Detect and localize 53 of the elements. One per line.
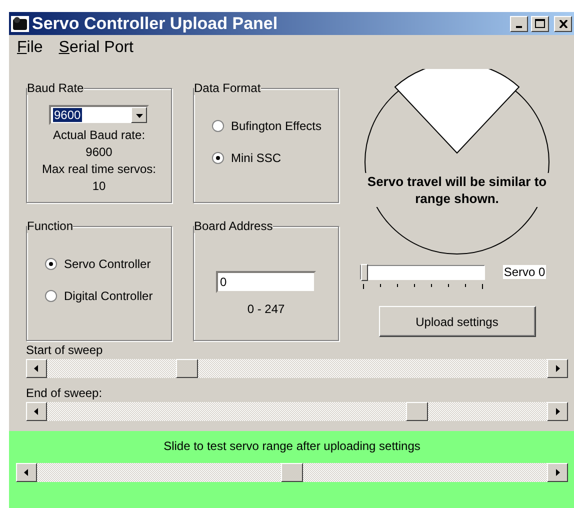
scroll-right-button[interactable] bbox=[547, 463, 568, 482]
radio-option[interactable]: Mini SSC bbox=[212, 151, 322, 165]
group-title: Data Format bbox=[194, 81, 261, 95]
dropdown-arrow-icon bbox=[136, 112, 142, 118]
address-input[interactable]: 0 bbox=[216, 271, 316, 293]
right-arrow-icon bbox=[554, 408, 561, 415]
scroll-left-button[interactable] bbox=[16, 463, 37, 482]
scroll-left-button[interactable] bbox=[26, 402, 47, 421]
servo-label: Servo 0 bbox=[502, 265, 546, 279]
left-arrow-icon bbox=[33, 408, 40, 415]
radio-option[interactable]: Servo Controller bbox=[45, 257, 153, 271]
baud-rate-dropdown[interactable]: 9600 bbox=[49, 105, 149, 125]
slider-thumb[interactable] bbox=[360, 264, 368, 281]
scrollbar-thumb[interactable] bbox=[281, 463, 303, 482]
upload-button[interactable]: Upload settings bbox=[378, 306, 536, 337]
radio-button[interactable] bbox=[45, 258, 57, 270]
baud-rate-value: 9600 bbox=[86, 144, 112, 161]
close-icon bbox=[558, 20, 568, 28]
radio-button[interactable] bbox=[212, 120, 224, 132]
menu-item[interactable]: File bbox=[17, 39, 43, 57]
field-label: Max real time servos: bbox=[42, 161, 156, 178]
minimize-icon bbox=[516, 26, 522, 28]
radio-button[interactable] bbox=[45, 290, 57, 302]
slider-label: Start of sweep bbox=[26, 343, 104, 357]
close-button[interactable] bbox=[554, 16, 572, 32]
left-arrow-icon bbox=[33, 365, 40, 372]
radio-button[interactable] bbox=[212, 152, 224, 164]
scrollbar-thumb[interactable] bbox=[406, 402, 428, 421]
menu-item[interactable]: Serial Port bbox=[58, 39, 134, 57]
right-arrow-icon bbox=[554, 365, 561, 372]
servo-count: 10 bbox=[92, 178, 106, 195]
scrollbar-thumb[interactable] bbox=[176, 359, 198, 378]
maximize-icon bbox=[535, 19, 545, 28]
scroll-left-button[interactable] bbox=[26, 359, 47, 378]
group-title: Board Address bbox=[194, 219, 273, 233]
group-title: Function bbox=[27, 219, 74, 233]
minimize-button[interactable] bbox=[510, 16, 528, 32]
servo-slider[interactable] bbox=[360, 265, 485, 280]
slider-label: End of sweep: bbox=[26, 386, 104, 400]
test-caption: Slide to test servo range after uploading settings bbox=[164, 439, 420, 453]
left-arrow-icon bbox=[23, 469, 30, 476]
scroll-right-button[interactable] bbox=[547, 402, 568, 421]
scroll-right-button[interactable] bbox=[547, 359, 568, 378]
maximize-button[interactable] bbox=[531, 16, 549, 32]
right-arrow-icon bbox=[554, 469, 561, 476]
radio-option[interactable]: Bufington Effects bbox=[212, 119, 322, 133]
group-title: Baud Rate bbox=[27, 81, 84, 95]
range-caption: Servo travel will be similar to range shown. bbox=[362, 173, 552, 207]
window-title: Servo Controller Upload Panel bbox=[32, 14, 279, 34]
servo-icon bbox=[11, 16, 29, 32]
field-label: Actual Baud rate: bbox=[52, 127, 146, 144]
radio-option[interactable]: Digital Controller bbox=[45, 289, 153, 303]
address-range: 0 - 247 bbox=[247, 301, 285, 318]
